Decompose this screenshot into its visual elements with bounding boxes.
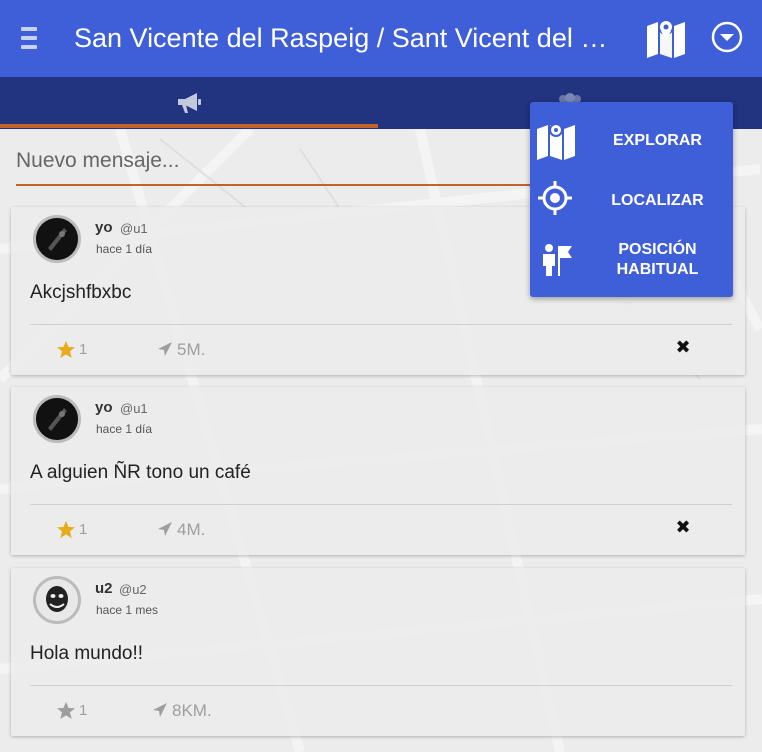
post-author-name[interactable]: yo: [95, 399, 113, 416]
dropdown-item-label: POSICIÓN HABITUAL: [616, 241, 699, 278]
star-icon[interactable]: [56, 340, 76, 360]
delete-post-button[interactable]: ✖: [674, 338, 692, 356]
chevron-down-circle-icon[interactable]: [711, 21, 743, 53]
avatar[interactable]: [33, 395, 81, 443]
new-message-composer: [16, 138, 541, 188]
post-message: Hola mundo!!: [30, 643, 144, 664]
post-author-name[interactable]: u2: [95, 580, 113, 597]
post-author-handle: @u1: [120, 401, 148, 416]
dropdown-item-label: EXPLORAR: [613, 132, 702, 149]
star-count: 1: [79, 702, 88, 719]
dropdown-item-posicion-habitual[interactable]: POSICIÓN HABITUAL: [530, 230, 733, 290]
page-title: San Vicente del Raspeig / Sant Vicent de…: [74, 23, 626, 53]
star-count: 1: [79, 341, 88, 358]
new-message-input[interactable]: [16, 138, 541, 184]
post-message: A alguien ÑR tono un café: [30, 462, 251, 483]
tab-indicator: [0, 124, 378, 128]
post-message: Akcjshfbxbc: [30, 282, 132, 303]
map-icon: [647, 19, 685, 58]
avatar[interactable]: [33, 215, 81, 263]
location-arrow-icon: [153, 703, 167, 717]
app-bar: San Vicente del Raspeig / Sant Vicent de…: [0, 0, 762, 77]
megaphone-icon: [178, 93, 201, 113]
post-distance: 8KM.: [172, 701, 212, 720]
dropdown-item-localizar[interactable]: LOCALIZAR: [530, 170, 733, 230]
options-dropdown: EXPLORAR LOCALIZAR POSICIÓN HABITUAL: [530, 102, 733, 297]
divider: [30, 504, 732, 505]
dropdown-item-explorar[interactable]: EXPLORAR: [530, 110, 733, 170]
input-underline: [16, 184, 541, 186]
location-arrow-icon: [158, 342, 172, 356]
star-icon[interactable]: [56, 520, 76, 540]
post-author-handle: @u2: [119, 582, 147, 597]
star-count: 1: [79, 521, 88, 538]
location-arrow-icon: [158, 522, 172, 536]
person-flag-icon: [543, 244, 572, 276]
post-time: hace 1 día: [96, 242, 153, 256]
post-time: hace 1 mes: [96, 603, 159, 617]
post-author-handle: @u1: [120, 221, 148, 236]
crosshair-icon: [538, 181, 572, 215]
map-button[interactable]: [645, 18, 687, 58]
map-icon: [537, 123, 575, 160]
star-icon[interactable]: [56, 701, 76, 721]
post-card: u2 @u2 hace 1 mes Hola mundo!! 1 8KM.: [11, 568, 745, 736]
tab-messages[interactable]: [0, 77, 378, 129]
avatar[interactable]: [33, 576, 81, 624]
post-distance: 4M.: [177, 520, 206, 539]
dropdown-item-label: LOCALIZAR: [611, 192, 704, 209]
post-time: hace 1 día: [96, 422, 153, 436]
delete-post-button[interactable]: ✖: [674, 518, 692, 536]
divider: [30, 685, 732, 686]
post-distance: 5M.: [177, 340, 206, 359]
hamburger-icon[interactable]: [21, 27, 37, 49]
post-author-name[interactable]: yo: [95, 219, 113, 236]
divider: [30, 324, 732, 325]
post-card: yo @u1 hace 1 día A alguien ÑR tono un c…: [11, 387, 745, 555]
